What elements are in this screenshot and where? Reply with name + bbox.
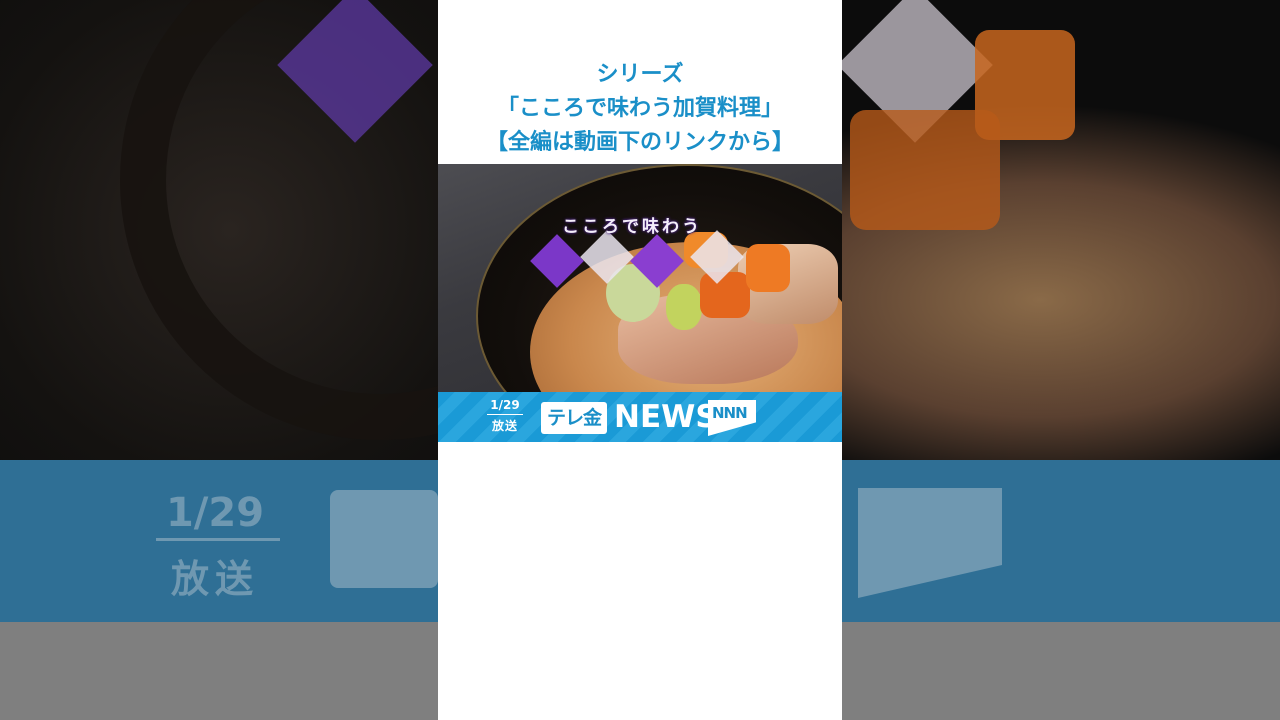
video-caption: こころで味わう [562, 217, 702, 237]
carrot-garnish [700, 272, 750, 318]
network-logo: NNN [708, 400, 756, 436]
background-carrot [850, 110, 1000, 230]
background-date: 1/29 [165, 490, 265, 536]
station-logo: テレ金 [541, 402, 607, 434]
background-date-divider [156, 538, 280, 541]
video-title: シリーズ 「こころで味わう加賀料理」 【全編は動画下のリンクから】 [438, 58, 842, 160]
news-band: 1/29 放送 テレ金 NEWS NNN [438, 392, 842, 442]
title-line-series: シリーズ [596, 62, 684, 87]
carrot-garnish [746, 244, 790, 292]
date-divider [487, 414, 523, 415]
video-still: こころで味わう [438, 164, 842, 392]
background-broadcast-label: 放送 [170, 557, 259, 601]
title-line-name: 「こころで味わう加賀料理」 [496, 96, 783, 121]
background-station-logo [330, 490, 438, 588]
broadcast-label: 放送 [491, 419, 518, 433]
news-label: NEWS [614, 399, 718, 435]
title-line-link-note: 【全編は動画下のリンクから】 [485, 130, 794, 155]
broadcast-date: 1/29 [490, 398, 520, 412]
wasabi-garnish [666, 284, 702, 330]
video-frame[interactable]: シリーズ 「こころで味わう加賀料理」 【全編は動画下のリンクから】 こころで味わ… [438, 0, 842, 720]
